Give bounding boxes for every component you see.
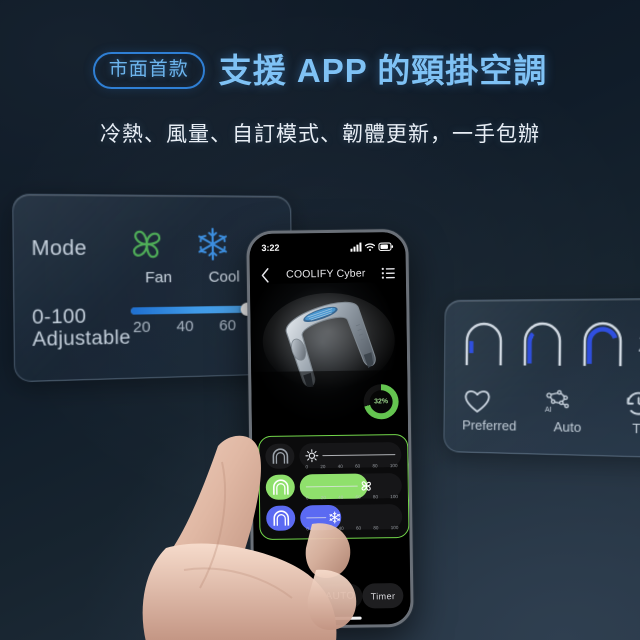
- ai-nodes-icon: AI: [541, 388, 572, 414]
- function-timer[interactable]: Timer: [622, 389, 640, 437]
- function-preferred-label: Preferred: [462, 417, 517, 434]
- subtitle: 冷熱、風量、自訂模式、韌體更新，一手包辦: [100, 123, 540, 146]
- status-time: 3:22: [261, 242, 280, 253]
- mode-option-fan-label: Fan: [145, 268, 173, 287]
- hand-holding-phone: [130, 428, 430, 640]
- mode-option-fan[interactable]: Fan: [126, 225, 191, 287]
- wifi-icon: [364, 242, 376, 251]
- app-nav-bar: COOLIFY Cyber: [250, 260, 406, 288]
- slider-tick: 40: [176, 317, 194, 336]
- page-title: 支援 APP 的頸掛空調: [218, 52, 548, 89]
- clock-icon: [622, 389, 640, 418]
- function-auto[interactable]: AI Auto: [541, 388, 595, 435]
- fan-icon: [126, 225, 168, 264]
- hand-illustration: [142, 435, 357, 640]
- battery-icon: [378, 241, 394, 251]
- promo-poster: 市面首款 支援 APP 的頸掛空調 冷熱、風量、自訂模式、韌體更新，一手包辦 M…: [0, 0, 640, 640]
- zone-2-neckband-icon[interactable]: [519, 318, 567, 367]
- battery-percent-label: 32%: [374, 398, 389, 406]
- mode-panel-label: Mode: [31, 237, 87, 261]
- zone-panel: Zone Preferred AI: [443, 297, 640, 459]
- function-icons-row: Preferred AI Auto Timer: [462, 387, 640, 437]
- app-title: COOLIFY Cyber: [286, 267, 366, 281]
- heart-icon: [462, 387, 492, 415]
- range-label-line1: 0-100: [31, 305, 87, 329]
- range-label: 0-100 Adjustable: [32, 305, 131, 351]
- function-auto-label: Auto: [553, 419, 582, 436]
- headline-row: 市面首款 支援 APP 的頸掛空調: [0, 52, 640, 89]
- zone-3-neckband-icon[interactable]: [578, 318, 627, 368]
- list-menu-icon[interactable]: [381, 267, 395, 279]
- phone-notch: [301, 236, 354, 251]
- snowflake-icon: [192, 225, 233, 264]
- slider-tick: 60: [219, 316, 237, 335]
- zone-1-neckband-icon[interactable]: [461, 319, 507, 368]
- range-label-line2: Adjustable: [32, 327, 131, 352]
- function-timer-label: Timer: [632, 420, 640, 437]
- slider-tick: 20: [132, 318, 151, 337]
- svg-text:AI: AI: [545, 407, 552, 414]
- first-on-market-badge: 市面首款: [92, 52, 205, 89]
- back-chevron-icon[interactable]: [261, 267, 270, 283]
- function-preferred[interactable]: Preferred: [462, 387, 517, 434]
- slider-fill: [130, 305, 245, 315]
- zone-icons-row: [461, 318, 627, 368]
- status-icons: [350, 241, 394, 252]
